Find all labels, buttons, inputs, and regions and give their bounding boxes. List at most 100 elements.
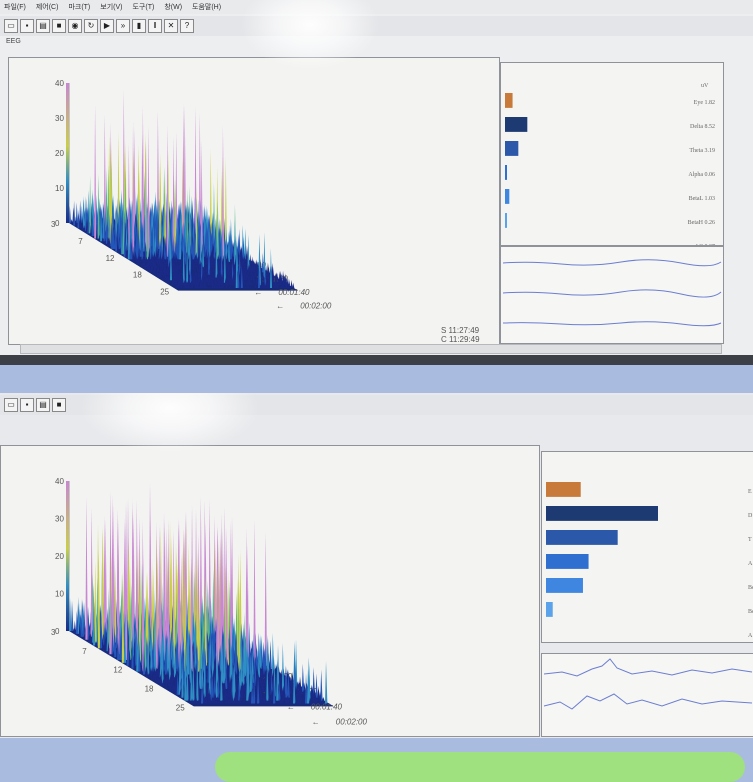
photo-glare (240, 0, 380, 70)
wave-trace-1 (503, 260, 721, 266)
band-bar-alpha (505, 165, 507, 180)
band-bar-theta (546, 530, 618, 545)
band-initial: Be (748, 585, 753, 591)
depth-tick-label: 12 (106, 254, 115, 263)
menu-tools[interactable]: 도구(T) (132, 2, 154, 12)
raw-wave-svg-bottom (542, 654, 753, 736)
raw-wave-panel-bottom (541, 653, 753, 737)
surface-spike (253, 520, 255, 669)
stop-icon[interactable]: ■ (52, 19, 66, 33)
color-scale-bar (66, 481, 69, 631)
step-icon[interactable]: ▮ (132, 19, 146, 33)
surface-spike (317, 686, 319, 698)
surface-spike (322, 697, 324, 701)
band-label-alpha: Alpha 0.06 (688, 172, 715, 178)
y-tick-label: 0 (55, 627, 60, 636)
surface-spike (89, 176, 91, 234)
menu-control[interactable]: 제어(C) (36, 2, 59, 12)
surface-spike (85, 496, 87, 639)
stop-icon[interactable]: ■ (52, 398, 66, 412)
child-window-title: EEG (6, 38, 21, 45)
y-tick-label: 40 (55, 477, 64, 486)
save-icon[interactable]: ▪ (20, 19, 34, 33)
depth-tick-label: 18 (145, 685, 154, 694)
scrollbar-bottom[interactable] (20, 344, 722, 354)
depth-tick-label: 25 (160, 288, 169, 297)
band-power-bars-bottom: EDTABeBeA (542, 452, 753, 642)
surface-spike (315, 673, 317, 697)
surface-spike (292, 283, 294, 288)
band-bar-theta (505, 141, 518, 156)
screenshot-bottom: ▭ ▪ ▤ ■ 4030201003712182500:00:2←00:00:4… (0, 393, 753, 738)
band-bar-alpha (546, 554, 589, 569)
arrow-glyph: ← (276, 302, 284, 311)
open-icon[interactable]: ▭ (4, 19, 18, 33)
spectrum-3d-plot: 4030201003712182500:00:2←00:00:40←00:01:… (9, 58, 499, 344)
menu-window[interactable]: 창(W) (164, 2, 182, 12)
pause2-icon[interactable]: ‖ (148, 19, 162, 33)
arrow-glyph: ← (287, 702, 295, 711)
screenshot-top: 파일(F) 제어(C) 마크(T) 보기(V) 도구(T) 창(W) 도움말(H… (0, 0, 753, 365)
depth-tick-label: 25 (176, 703, 185, 712)
wave-trace-2 (503, 290, 721, 297)
band-bar-betah (546, 602, 553, 617)
surface-spike (302, 664, 304, 692)
wave-trace-1 (544, 659, 752, 676)
band-initial: A (748, 561, 753, 567)
surface-spike (71, 600, 73, 631)
band-label-ac: AC 0.07 (695, 244, 715, 245)
band-initial: A (748, 633, 753, 639)
photo-glare (80, 393, 260, 453)
fast-forward-icon[interactable]: » (116, 19, 130, 33)
surface-spike (288, 279, 290, 286)
unit-label: uV (701, 83, 709, 89)
wave-trace-3 (503, 322, 721, 326)
spectrum-3d-plot-bottom: 4030201003712182500:00:2←00:00:40←00:01:… (1, 446, 539, 736)
print-icon[interactable]: ▤ (36, 398, 50, 412)
help-icon[interactable]: ? (180, 19, 194, 33)
band-power-panel-bottom: EDTABeBeA (541, 451, 753, 643)
spectrum-3d-panel-bottom: 4030201003712182500:00:2←00:00:40←00:01:… (0, 445, 540, 737)
open-icon[interactable]: ▭ (4, 398, 18, 412)
surface-spike (269, 641, 271, 669)
arrow-glyph: ← (312, 717, 320, 726)
raw-wave-svg (501, 247, 723, 343)
band-bar-betah (505, 213, 507, 228)
band-bar-delta (546, 506, 658, 521)
menu-view[interactable]: 보기(V) (100, 2, 122, 12)
play-icon[interactable]: ▶ (100, 19, 114, 33)
y-tick-label: 20 (55, 149, 64, 158)
y-tick-label: 10 (55, 184, 64, 193)
time-tick-label: 00:01:40 (311, 702, 343, 711)
reload-icon[interactable]: ↻ (84, 19, 98, 33)
menu-mark[interactable]: 마크(T) (68, 2, 90, 12)
save-icon[interactable]: ▪ (20, 398, 34, 412)
status-current-time: C 11:29:49 (441, 335, 480, 344)
depth-tick-label: 18 (133, 271, 142, 280)
raw-wave-panel (500, 246, 724, 344)
band-bar-betal (546, 578, 583, 593)
surface-spike (265, 532, 267, 666)
depth-tick-label: 7 (78, 237, 83, 246)
surface-spike (249, 254, 251, 264)
band-bar-betal (505, 189, 509, 204)
surface-spike (282, 643, 284, 692)
time-tick-label: 00:02:00 (336, 717, 368, 726)
menu-file[interactable]: 파일(F) (4, 2, 26, 12)
surface-spike (91, 507, 93, 637)
menu-help[interactable]: 도움말(H) (192, 2, 221, 12)
time-tick-label: 00:02:00 (300, 302, 332, 311)
close-x-icon[interactable]: ✕ (164, 19, 178, 33)
surface-spike (98, 174, 100, 239)
print-icon[interactable]: ▤ (36, 19, 50, 33)
pause-icon[interactable]: ◉ (68, 19, 82, 33)
band-label-betal: BetaL 1.03 (689, 196, 715, 202)
band-power-panel: uVEye 1.82Delta 8.52Theta 3.19Alpha 0.06… (500, 62, 724, 246)
band-bar-eye (505, 93, 513, 108)
band-initial: D (748, 513, 753, 519)
surface-spike (77, 210, 79, 228)
spectrum-3d-panel: 4030201003712182500:00:2←00:00:40←00:01:… (8, 57, 500, 345)
band-bar-eye (546, 482, 581, 497)
band-bar-delta (505, 117, 527, 132)
time-tick-label: 00:01:40 (278, 288, 310, 297)
